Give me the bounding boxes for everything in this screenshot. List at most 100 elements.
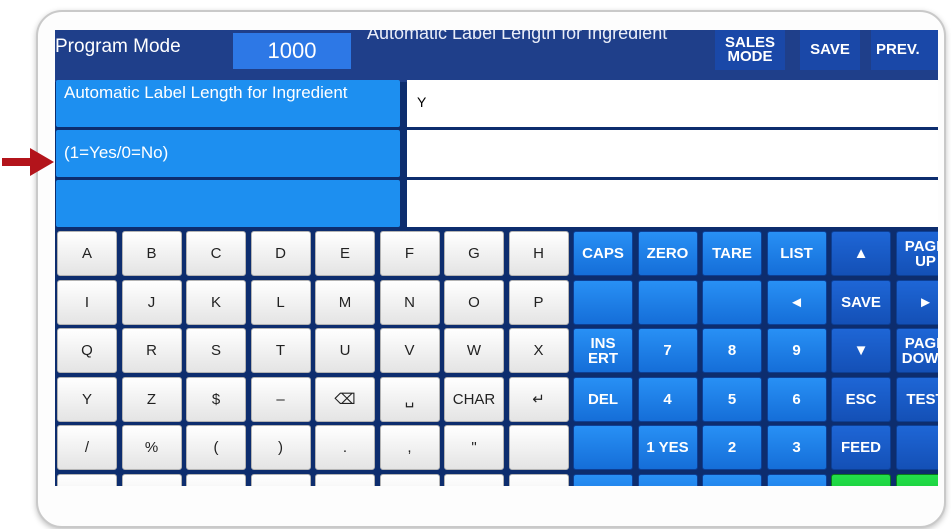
key-8[interactable]: 8 [702, 328, 762, 373]
key-page-up[interactable]: PAGE UP [895, 231, 938, 276]
key-ins-ert[interactable]: INS ERT [573, 328, 633, 373]
key-3[interactable]: 3 [766, 425, 827, 470]
key-v[interactable]: V [379, 328, 440, 373]
key-o[interactable]: O [444, 279, 504, 325]
left-arrow-icon[interactable]: ◄ [766, 279, 827, 325]
key-symbol[interactable]: È [121, 473, 182, 486]
key-t[interactable]: T [250, 328, 311, 373]
key-y[interactable]: Y [57, 376, 117, 422]
key-blank[interactable] [637, 279, 698, 325]
key-list[interactable]: LIST [766, 231, 827, 276]
key-enter[interactable]: ENTER [895, 473, 938, 486]
key-l[interactable]: L [250, 279, 311, 325]
key-enter[interactable]: ENTER [831, 473, 891, 486]
prev-button[interactable]: PREV. [871, 30, 938, 70]
key-page-down[interactable]: PAGE DOWN [895, 328, 938, 373]
key-symbol[interactable]: ) [250, 425, 311, 470]
key-blank[interactable] [508, 473, 569, 486]
key-j[interactable]: J [121, 279, 182, 325]
key-blank[interactable] [895, 425, 938, 470]
key-caps[interactable]: CAPS [573, 231, 633, 276]
key-4[interactable]: 4 [637, 376, 698, 422]
header-title: Automatic Label Length for Ingredient [367, 30, 668, 43]
key-save[interactable]: SAVE [831, 279, 891, 325]
key-blank[interactable] [508, 425, 569, 470]
field-label-row3 [56, 180, 400, 227]
red-arrow-icon [2, 148, 54, 176]
header-bar: Program Mode 1000 Automatic Label Length… [55, 30, 938, 82]
key-5[interactable]: 5 [702, 376, 762, 422]
key-feed[interactable]: FEED [831, 425, 891, 470]
field-label-auto-label-length: Automatic Label Length for Ingredient [56, 80, 400, 127]
key-9[interactable]: 9 [766, 328, 827, 373]
key-test[interactable]: TEST [895, 376, 938, 422]
key-k[interactable]: K [186, 279, 246, 325]
key-s[interactable]: S [186, 328, 246, 373]
backspace-icon[interactable]: ⌫ [315, 376, 375, 422]
key-symbol[interactable]: Ù [379, 473, 440, 486]
key-symbol[interactable]: / [57, 425, 117, 470]
key-symbol[interactable]: Ü [444, 473, 504, 486]
key-symbol[interactable]: . [315, 425, 375, 470]
key-1-yes[interactable]: 1 YES [637, 425, 698, 470]
key-n[interactable]: N [379, 279, 440, 325]
key-blank[interactable] [573, 473, 633, 486]
key-0-no[interactable]: 0 NO [702, 473, 762, 486]
key-q[interactable]: Q [57, 328, 117, 373]
key-symbol[interactable]: Ì [186, 473, 246, 486]
key-symbol[interactable]: À [57, 473, 117, 486]
key-symbol[interactable]: ( [186, 425, 246, 470]
field-value-auto-label-length[interactable]: Y [407, 80, 938, 127]
key-x[interactable]: X [508, 328, 569, 373]
down-arrow-icon[interactable]: ▼ [831, 328, 891, 373]
key-symbol[interactable]: Ò [315, 473, 375, 486]
on-screen-keyboard: ABCDEFGHCAPSZEROTARELIST▲PAGE UPIJKLMNOP… [55, 231, 938, 486]
key-a[interactable]: A [57, 231, 117, 276]
key-e[interactable]: E [315, 231, 375, 276]
return-icon[interactable]: ↵ [508, 376, 569, 422]
program-mode-label: Program Mode [55, 36, 181, 57]
key-2[interactable]: 2 [702, 425, 762, 470]
key-i[interactable]: I [57, 279, 117, 325]
key-zero[interactable]: ZERO [637, 231, 698, 276]
right-arrow-icon[interactable]: ► [895, 279, 938, 325]
key-w[interactable]: W [444, 328, 504, 373]
key-m[interactable]: M [315, 279, 375, 325]
mode-number-field[interactable]: 1000 [233, 33, 351, 69]
key-7[interactable]: 7 [637, 328, 698, 373]
key-6[interactable]: 6 [766, 376, 827, 422]
key-blank[interactable] [573, 279, 633, 325]
key-symbol[interactable]: $ [186, 376, 246, 422]
key-d[interactable]: D [250, 231, 311, 276]
key-z[interactable]: Z [121, 376, 182, 422]
save-button[interactable]: SAVE [800, 30, 860, 70]
key-esc[interactable]: ESC [831, 376, 891, 422]
key-symbol[interactable]: , [379, 425, 440, 470]
key-h[interactable]: H [508, 231, 569, 276]
key-c[interactable]: C [186, 231, 246, 276]
key-f[interactable]: F [379, 231, 440, 276]
field-value-row3[interactable] [407, 180, 938, 227]
up-arrow-icon[interactable]: ▲ [831, 231, 891, 276]
key-del[interactable]: DEL [573, 376, 633, 422]
key-symbol[interactable]: – [250, 376, 311, 422]
key-p[interactable]: P [508, 279, 569, 325]
key-c[interactable]: C [766, 473, 827, 486]
key-blank[interactable] [573, 425, 633, 470]
key-u[interactable]: U [315, 328, 375, 373]
key-symbol[interactable]: " [444, 425, 504, 470]
key-blank[interactable] [702, 279, 762, 325]
field-value-row2[interactable] [407, 130, 938, 177]
key-r[interactable]: R [121, 328, 182, 373]
key-char[interactable]: CHAR [444, 376, 504, 422]
key-symbol[interactable]: % [121, 425, 182, 470]
field-label-yes-no-hint: (1=Yes/0=No) [56, 130, 400, 177]
key-tare[interactable]: TARE [702, 231, 762, 276]
scale-screen: Program Mode 1000 Automatic Label Length… [55, 30, 938, 486]
key-b[interactable]: B [121, 231, 182, 276]
key-symbol[interactable]: Ñ [250, 473, 311, 486]
space-icon[interactable]: ␣ [379, 376, 440, 422]
key-00[interactable]: 00 [637, 473, 698, 486]
key-g[interactable]: G [444, 231, 504, 276]
sales-mode-button[interactable]: SALES MODE [715, 30, 785, 70]
